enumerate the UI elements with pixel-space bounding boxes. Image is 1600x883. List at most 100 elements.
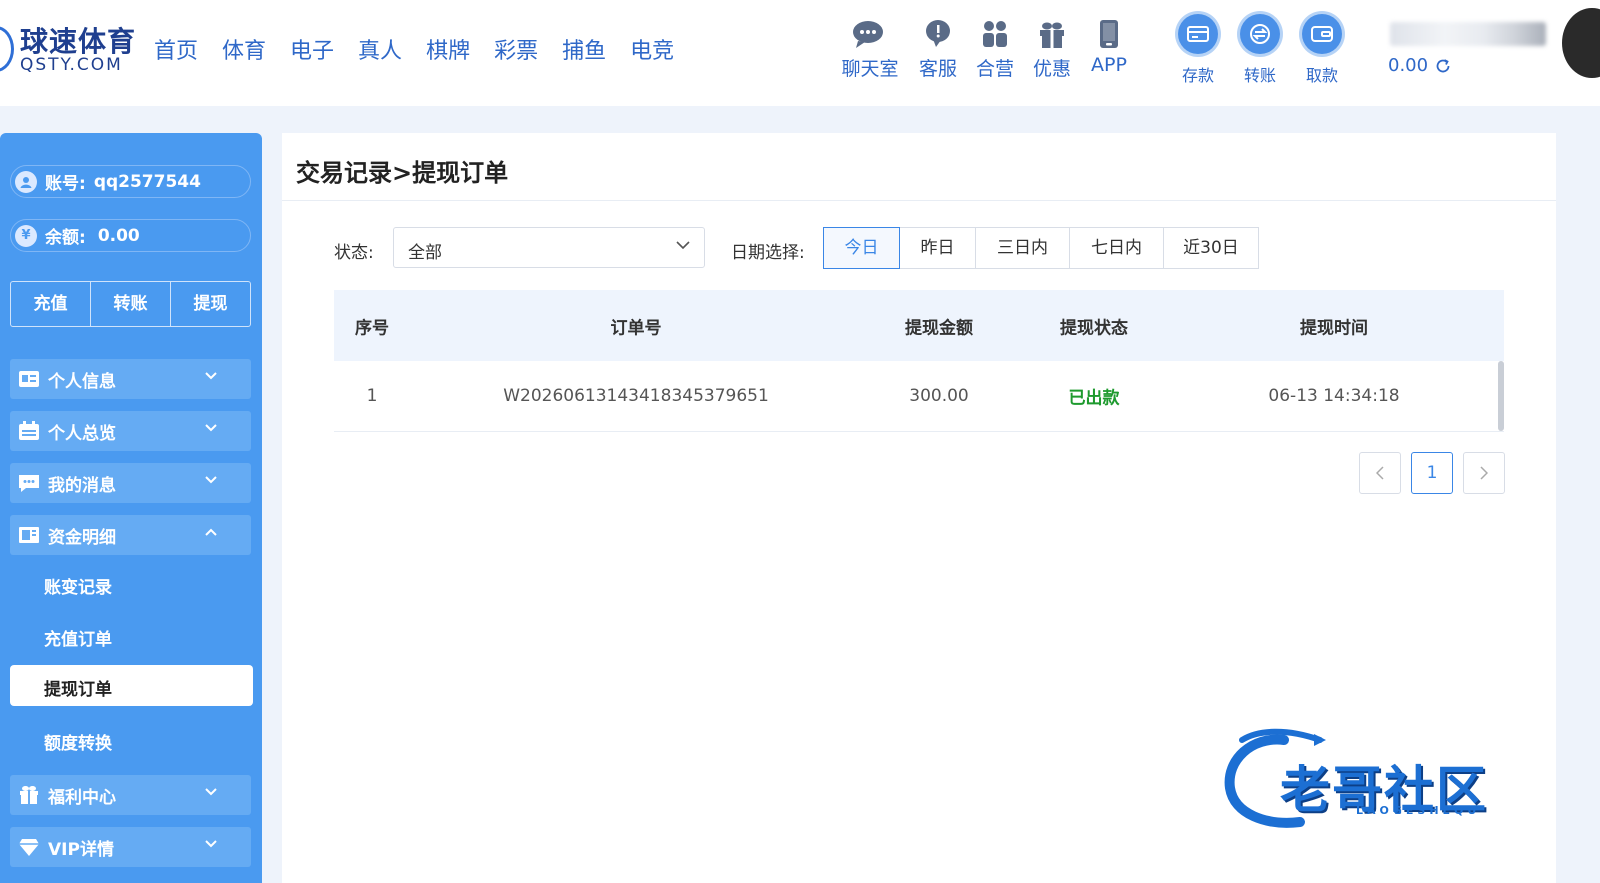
header-balance-value: 0.00 xyxy=(1388,55,1429,76)
gift-icon xyxy=(20,786,38,804)
yuan-icon: ¥ xyxy=(15,224,37,247)
submenu-recharge-orders[interactable]: 充值订单 xyxy=(44,625,112,650)
top-header: 球速体育 QSTY.COM 首页 体育 电子 真人 棋牌 彩票 捕鱼 电竞 聊天… xyxy=(0,0,1600,106)
table-row[interactable]: 1 W20260613143418345379651 300.00 已出款 06… xyxy=(334,361,1504,432)
account-value: qq2577544 xyxy=(93,171,201,192)
page-number-button[interactable]: 1 xyxy=(1411,452,1453,494)
withdraw-icon xyxy=(1302,14,1342,54)
cell-seq: 1 xyxy=(366,386,378,406)
nav-electronic[interactable]: 电子 xyxy=(290,33,334,65)
account-pill: 账号: qq2577544 xyxy=(10,165,251,198)
balance-value: 0.00 xyxy=(97,225,140,246)
withdraw-button[interactable]: 取款 xyxy=(1292,14,1352,86)
sidebar-transfer-button[interactable]: 转账 xyxy=(90,282,170,326)
id-card-icon xyxy=(19,371,39,387)
diamond-icon xyxy=(19,839,39,856)
column-amount: 提现金额 xyxy=(905,318,973,338)
prev-page-button[interactable] xyxy=(1359,452,1401,494)
withdraw-label: 取款 xyxy=(1305,66,1338,85)
menu-messages-label: 我的消息 xyxy=(48,475,116,496)
nav-esports[interactable]: 电竞 xyxy=(630,33,674,65)
logo-domain: QSTY.COM xyxy=(20,55,123,75)
app-button[interactable]: APP xyxy=(1074,18,1144,76)
date-filter-label: 日期选择: xyxy=(731,243,805,263)
deposit-icon xyxy=(1178,14,1218,54)
header-balance: 0.00 xyxy=(1388,55,1452,76)
submenu-account-changes[interactable]: 账变记录 xyxy=(44,573,112,598)
recharge-button[interactable]: 充值 xyxy=(11,282,90,326)
chevron-down-icon xyxy=(676,241,690,250)
chevron-down-icon xyxy=(205,840,217,848)
column-time: 提现时间 xyxy=(1300,318,1368,338)
ledger-icon xyxy=(19,527,39,543)
menu-vip[interactable]: VIP详情 xyxy=(10,827,251,867)
chevron-up-icon xyxy=(205,528,217,536)
menu-funds[interactable]: 资金明细 xyxy=(10,515,251,555)
logo-mark xyxy=(0,26,14,72)
menu-welfare[interactable]: 福利中心 xyxy=(10,775,251,815)
nav-fishing[interactable]: 捕鱼 xyxy=(562,33,606,65)
deposit-button[interactable]: 存款 xyxy=(1168,14,1228,86)
date-option-7days[interactable]: 七日内 xyxy=(1069,227,1164,269)
app-label: APP xyxy=(1091,54,1127,76)
nav-chess[interactable]: 棋牌 xyxy=(426,33,470,65)
column-status: 提现状态 xyxy=(1060,318,1128,338)
chevron-down-icon xyxy=(205,788,217,796)
cell-time: 06-13 14:34:18 xyxy=(1268,386,1400,406)
submenu-quota-transfer[interactable]: 额度转换 xyxy=(44,729,112,754)
sidebar-withdraw-button[interactable]: 提现 xyxy=(170,282,250,326)
nav-sports[interactable]: 体育 xyxy=(222,33,266,65)
status-select-value: 全部 xyxy=(408,243,442,263)
nav-home[interactable]: 首页 xyxy=(154,33,198,65)
date-option-yesterday[interactable]: 昨日 xyxy=(899,227,976,269)
gift-icon xyxy=(1040,22,1064,48)
watermark-logo: 老哥社区 LAOGESHEQU xyxy=(1222,726,1552,836)
nav-live[interactable]: 真人 xyxy=(358,33,402,65)
cell-order-number: W20260613143418345379651 xyxy=(503,386,769,406)
table-header: 序号 订单号 提现金额 提现状态 提现时间 xyxy=(334,290,1504,361)
site-logo[interactable]: 球速体育 QSTY.COM xyxy=(0,20,150,80)
watermark-subtext: LAOGESHEQU xyxy=(1356,804,1481,817)
balance-label: 余额: xyxy=(45,228,86,248)
menu-personal-info[interactable]: 个人信息 xyxy=(10,359,251,399)
menu-vip-label: VIP详情 xyxy=(48,839,114,860)
menu-overview[interactable]: 个人总览 xyxy=(10,411,251,451)
status-select[interactable]: 全部 xyxy=(393,227,705,268)
phone-icon xyxy=(1100,20,1118,48)
date-range-group: 今日 昨日 三日内 七日内 近30日 xyxy=(823,227,1259,269)
chevron-down-icon xyxy=(205,372,217,380)
partner-icon xyxy=(983,21,1007,47)
menu-messages[interactable]: 我的消息 xyxy=(10,463,251,503)
username-redacted xyxy=(1390,22,1546,46)
cell-status: 已出款 xyxy=(1068,388,1120,409)
column-order-number: 订单号 xyxy=(610,318,662,338)
main-nav: 首页 体育 电子 真人 棋牌 彩票 捕鱼 电竞 xyxy=(154,33,698,65)
transfer-label: 转账 xyxy=(1243,66,1276,85)
status-filter-label: 状态: xyxy=(334,243,374,263)
calendar-icon xyxy=(19,421,39,440)
sidebar: 账号: qq2577544 ¥ 余额: 0.00 充值 转账 提现 个人信息 个… xyxy=(0,133,262,883)
submenu-withdraw-orders-label: 提现订单 xyxy=(44,680,112,700)
chat-room-label: 聊天室 xyxy=(841,58,899,80)
menu-overview-label: 个人总览 xyxy=(48,423,116,444)
chevron-down-icon xyxy=(205,476,217,484)
title-divider xyxy=(282,200,1556,201)
transfer-button[interactable]: 转账 xyxy=(1230,14,1290,86)
nav-lottery[interactable]: 彩票 xyxy=(494,33,538,65)
page-title: 交易记录>提现订单 xyxy=(296,159,509,187)
chevron-down-icon xyxy=(205,424,217,432)
next-page-button[interactable] xyxy=(1463,452,1505,494)
date-option-today[interactable]: 今日 xyxy=(823,227,900,269)
transfer-icon xyxy=(1240,14,1280,54)
account-label: 账号: xyxy=(45,174,86,194)
date-option-30days[interactable]: 近30日 xyxy=(1163,227,1259,269)
submenu-withdraw-orders[interactable]: 提现订单 xyxy=(10,665,253,706)
refresh-icon[interactable] xyxy=(1434,57,1452,75)
chat-room-button[interactable]: 聊天室 xyxy=(835,18,905,81)
table-scrollbar[interactable] xyxy=(1498,361,1504,431)
date-option-3days[interactable]: 三日内 xyxy=(975,227,1070,269)
chevron-left-icon xyxy=(1376,466,1384,480)
logo-title: 球速体育 xyxy=(20,25,137,58)
avatar[interactable] xyxy=(1562,8,1600,78)
quick-actions: 充值 转账 提现 xyxy=(10,281,251,327)
